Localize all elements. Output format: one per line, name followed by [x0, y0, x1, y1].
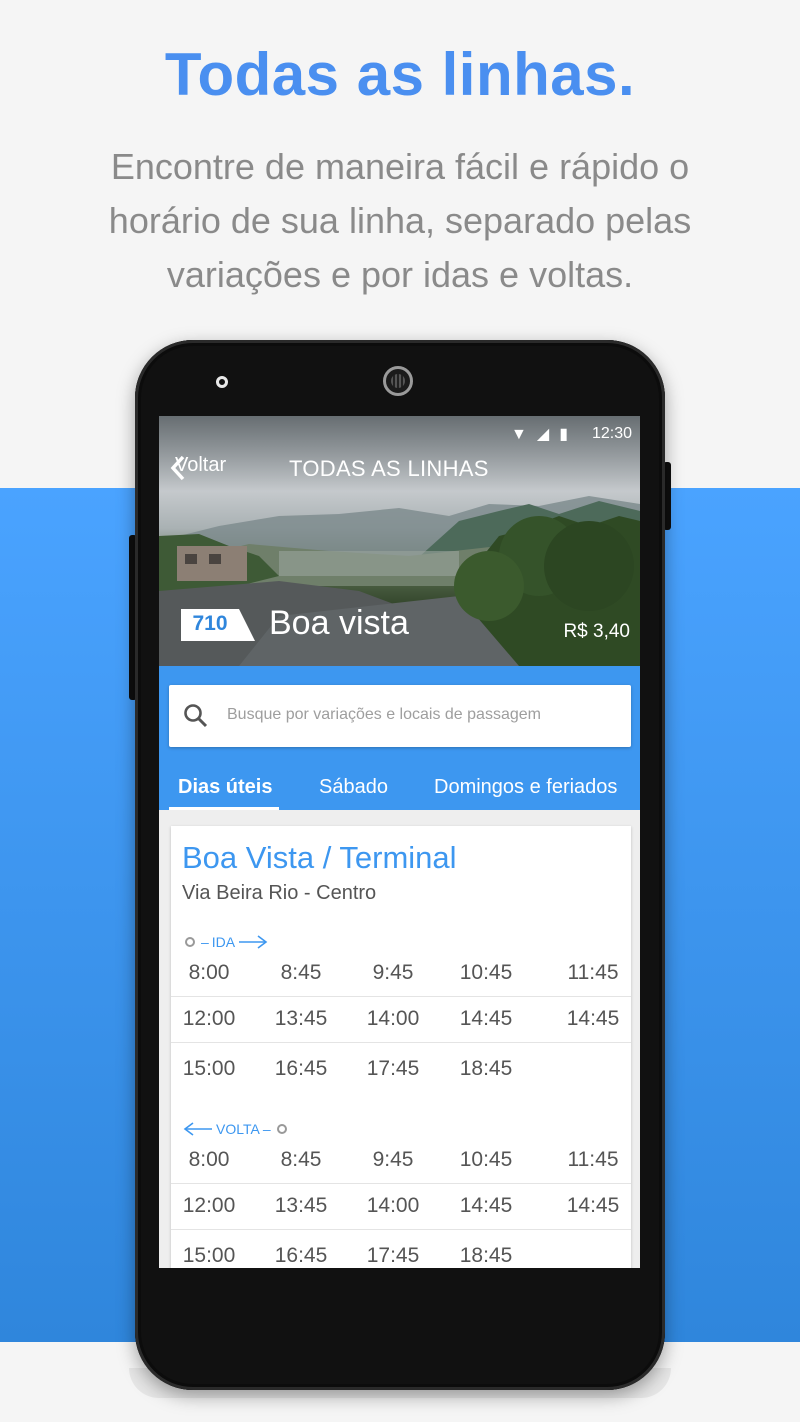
schedule-row: 8:00 8:45 9:45 10:45 11:45 — [171, 951, 631, 997]
fare-price: R$ 3,40 — [563, 621, 630, 642]
dash-icon: – — [201, 934, 209, 950]
promo-headline: Todas as linhas. — [164, 41, 636, 108]
destination-dot-icon — [276, 1124, 287, 1134]
departure-time: 16:45 — [274, 1244, 328, 1267]
departure-time: 17:45 — [366, 1057, 420, 1080]
line-name: Boa vista — [269, 604, 409, 642]
route-card[interactable]: Boa Vista / Terminal Via Beira Rio - Cen… — [171, 826, 631, 1268]
status-icons: ▼◢▮ — [511, 424, 578, 444]
ida-label: – IDA — [183, 934, 268, 950]
departure-time: 17:45 — [366, 1244, 420, 1267]
departure-time: 10:45 — [459, 1148, 513, 1171]
departure-time: 14:00 — [366, 1007, 420, 1030]
wifi-icon: ▼ — [511, 426, 537, 443]
active-tab-indicator — [169, 807, 279, 810]
schedule-row: 12:00 13:45 14:00 14:45 14:45 — [171, 997, 631, 1043]
volta-label: VOLTA – — [183, 1121, 289, 1137]
line-number-badge: 710 — [181, 609, 255, 641]
departure-time: 12:00 — [182, 1007, 236, 1030]
ida-text: IDA — [211, 934, 236, 950]
schedule-row: 15:00 16:45 17:45 18:45 — [171, 1234, 631, 1268]
schedule-row: 8:00 8:45 9:45 10:45 11:45 — [171, 1138, 631, 1184]
dash-icon: – — [262, 1121, 271, 1137]
search-icon — [184, 704, 208, 728]
chevron-left-icon — [170, 455, 185, 481]
volta-text: VOLTA — [216, 1121, 260, 1137]
departure-time: 8:45 — [280, 961, 322, 984]
tab-domingos-feriados[interactable]: Domingos e feriados — [434, 776, 617, 799]
tab-dias-uteis[interactable]: Dias úteis — [178, 776, 272, 799]
header-photo: ▼◢▮ 12:30 Voltar TODAS AS LINHAS 710 Boa… — [159, 416, 640, 666]
arrow-left-icon — [183, 1122, 212, 1136]
route-subtitle: Via Beira Rio - Centro — [182, 882, 377, 904]
departure-time: 14:45 — [566, 1007, 620, 1030]
departure-time: 14:45 — [566, 1194, 620, 1217]
search-and-tabs-panel: Busque por variações e locais de passage… — [159, 666, 640, 810]
signal-icon: ◢ — [536, 426, 560, 443]
departure-time: 14:45 — [459, 1007, 513, 1030]
departure-time: 14:00 — [366, 1194, 420, 1217]
departure-time: 9:45 — [372, 1148, 414, 1171]
tab-sabado[interactable]: Sábado — [319, 776, 388, 799]
line-number: 710 — [192, 612, 228, 635]
departure-time: 8:00 — [188, 1148, 230, 1171]
departure-time: 11:45 — [567, 1148, 619, 1171]
departure-time: 11:45 — [567, 961, 619, 984]
departure-time: 14:45 — [459, 1194, 513, 1217]
departure-time: 18:45 — [459, 1057, 513, 1080]
back-button[interactable]: Voltar — [169, 454, 226, 481]
app-screen: ▼◢▮ 12:30 Voltar TODAS AS LINHAS 710 Boa… — [159, 416, 640, 1268]
phone-sensor — [216, 376, 228, 388]
schedule-row: 15:00 16:45 17:45 18:45 — [171, 1047, 631, 1093]
arrow-right-icon — [239, 935, 268, 949]
departure-time: 12:00 — [182, 1194, 236, 1217]
search-input[interactable]: Busque por variações e locais de passage… — [169, 685, 631, 747]
departure-time: 9:45 — [372, 961, 414, 984]
promo-subtitle: Encontre de maneira fácil e rápido o hor… — [108, 146, 692, 295]
departure-time: 15:00 — [182, 1244, 236, 1267]
departure-time: 13:45 — [274, 1194, 328, 1217]
nav-title: TODAS AS LINHAS — [289, 456, 489, 481]
status-bar: ▼◢▮ 12:30 — [159, 416, 640, 450]
phone-camera — [383, 366, 413, 396]
search-placeholder: Busque por variações e locais de passage… — [227, 706, 541, 723]
departure-time: 10:45 — [459, 961, 513, 984]
departure-time: 18:45 — [459, 1244, 513, 1267]
departure-time: 13:45 — [274, 1007, 328, 1030]
route-title: Boa Vista / Terminal — [182, 840, 457, 875]
battery-icon: ▮ — [559, 426, 578, 443]
departure-time: 8:00 — [188, 961, 230, 984]
origin-dot-icon — [185, 937, 195, 947]
departure-time: 16:45 — [274, 1057, 328, 1080]
departure-time: 15:00 — [182, 1057, 236, 1080]
schedule-row: 12:00 13:45 14:00 14:45 14:45 — [171, 1184, 631, 1230]
day-tabs: Dias úteis Sábado Domingos e feriados — [159, 770, 640, 810]
departure-time: 8:45 — [280, 1148, 322, 1171]
status-time: 12:30 — [591, 425, 632, 442]
